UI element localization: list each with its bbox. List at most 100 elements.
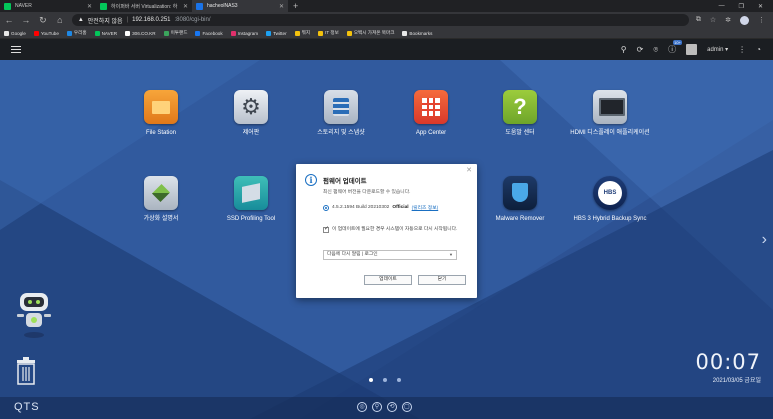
url-path: :8080/cgi-bin/ xyxy=(174,17,211,23)
minimize-icon[interactable]: — xyxy=(719,3,725,10)
bookmark-item[interactable]: Twitter xyxy=(266,30,287,36)
browser-tab-naver[interactable]: NAVER ✕ xyxy=(0,0,96,12)
app-storage-snapshots[interactable]: 스토리지 및 스냅샷 xyxy=(305,90,377,137)
naver-favicon-icon xyxy=(4,2,11,10)
bookmark-item[interactable]: Bookmarks xyxy=(402,30,432,36)
bookmark-item[interactable]: 306.CO.KR xyxy=(125,30,156,36)
release-notes-link[interactable]: (릴리즈 정보) xyxy=(412,204,439,211)
new-tab-button[interactable]: + xyxy=(288,1,303,11)
bookmark-icon xyxy=(163,30,169,36)
bookmark-item[interactable]: NAVER xyxy=(94,30,117,36)
qts-logo: QTS xyxy=(14,401,40,413)
version-tag: Official xyxy=(392,205,409,210)
browser-tab-hyperv[interactable]: 하이퍼바 서버 Virtualization: 하 ✕ xyxy=(96,0,192,12)
back-icon[interactable]: ← xyxy=(4,15,14,25)
bookmark-folder[interactable]: IT 정보 xyxy=(318,30,339,36)
search-tool-icon[interactable]: ⚲ xyxy=(372,402,382,412)
update-button[interactable]: 업데이트 xyxy=(364,275,412,285)
notifications-icon[interactable]: ⓘ 10+ xyxy=(668,40,682,55)
next-page-icon[interactable]: › xyxy=(762,231,767,249)
bookmark-folder[interactable]: 뭐지 xyxy=(294,30,310,36)
restore-icon[interactable]: ❐ xyxy=(739,3,744,10)
close-icon[interactable]: ✕ xyxy=(466,166,472,174)
bookmark-label: Facebook xyxy=(202,30,223,36)
url-host: 192.168.0.251 xyxy=(132,17,171,23)
qmanual-robot-icon[interactable] xyxy=(14,291,54,339)
version-number: 4.5.2.1594 Build 20210302 xyxy=(332,205,390,210)
app-label: Malware Remover xyxy=(495,216,545,222)
clock-time: 00:07 xyxy=(695,350,761,374)
external-devices-icon[interactable]: ⌾ xyxy=(653,45,658,55)
bookmark-label: 우리홈 xyxy=(73,30,87,35)
app-label: 스토리지 및 스냅샷 xyxy=(317,130,365,136)
version-radio[interactable] xyxy=(323,204,329,211)
bookmark-item[interactable]: Google xyxy=(4,30,26,36)
recycle-bin-icon[interactable] xyxy=(15,357,37,385)
folder-icon xyxy=(294,30,300,36)
select-value: 다음에 다시 알림 | 로그인 xyxy=(327,252,378,257)
bookmark-item[interactable]: Facebook xyxy=(195,30,223,36)
app-app-center[interactable]: App Center xyxy=(395,90,467,137)
close-tab-icon[interactable]: ✕ xyxy=(279,3,284,10)
bookmark-item[interactable]: 우리홈 xyxy=(66,30,87,36)
app-center-icon xyxy=(414,90,448,124)
star-icon[interactable]: ☆ xyxy=(710,16,716,25)
auto-restart-option[interactable]: 이 업데이트에 필요한 경우 시스템이 자동으로 다시 시작됩니다. xyxy=(323,226,463,233)
menu-icon[interactable]: ⋮ xyxy=(758,16,765,25)
url-field[interactable]: ▲ 안전하지 않음 | 192.168.0.251:8080/cgi-bin/ xyxy=(71,14,689,26)
app-malware-remover[interactable]: Malware Remover xyxy=(484,176,556,223)
malware-remover-icon xyxy=(503,176,537,210)
virtualization-guide-icon xyxy=(144,176,178,210)
extensions-icon[interactable]: ✲ xyxy=(725,16,731,25)
main-menu-icon[interactable] xyxy=(11,44,21,55)
bookmark-item[interactable]: 이투랜드 xyxy=(163,30,187,36)
qsync-icon[interactable]: ⟲ xyxy=(387,402,397,412)
user-menu[interactable]: admin ▾ xyxy=(707,46,728,53)
page-dot[interactable] xyxy=(397,378,401,382)
checkbox-label: 이 업데이트에 필요한 경우 시스템이 자동으로 다시 시작됩니다. xyxy=(332,227,458,232)
close-window-icon[interactable]: ✕ xyxy=(758,3,763,10)
app-file-station[interactable]: File Station xyxy=(125,90,197,137)
bookmark-label: YouTube xyxy=(40,30,59,36)
firmware-version-option[interactable]: 4.5.2.1594 Build 20210302 Official (릴리즈 … xyxy=(323,204,438,211)
app-control-panel[interactable]: 제어판 xyxy=(215,90,287,137)
remind-later-select[interactable]: 다음에 다시 알림 | 로그인 ▼ xyxy=(323,250,457,260)
security-warning: 안전하지 않음 xyxy=(87,18,123,25)
bookmark-folder[interactable]: 오백시 가져온 북마크 xyxy=(346,30,395,36)
browser-tab-nas[interactable]: hacheolNAS3 ✕ xyxy=(192,0,288,12)
avatar[interactable] xyxy=(686,44,698,55)
close-tab-icon[interactable]: ✕ xyxy=(87,3,92,10)
page-dot[interactable] xyxy=(369,378,373,382)
search-icon[interactable]: ⚲ xyxy=(621,45,627,54)
bookmark-item[interactable]: YouTube xyxy=(33,30,59,36)
qfinder-icon[interactable]: ◎ xyxy=(357,402,367,412)
tab-title: hacheolNAS3 xyxy=(207,3,238,9)
app-label: 가상화 설명서 xyxy=(143,216,179,222)
bookmark-label: 오백시 가져온 북마크 xyxy=(353,30,395,35)
profile-avatar[interactable] xyxy=(740,15,749,25)
app-hbs[interactable]: HBS 3 Hybrid Backup Sync xyxy=(570,176,650,223)
translate-icon[interactable]: ⧉ xyxy=(696,16,701,25)
qnap-favicon-icon xyxy=(196,2,203,10)
window-controls: — ❐ ✕ xyxy=(719,3,773,10)
home-icon[interactable]: ⌂ xyxy=(55,15,65,25)
app-label: HDMI 디스플레이 애플리케이션 xyxy=(570,130,650,136)
app-help-center[interactable]: 도움말 센터 xyxy=(484,90,556,137)
close-button[interactable]: 닫기 xyxy=(418,275,466,285)
bookmark-item[interactable]: Instagram xyxy=(230,30,258,36)
dashboard-icon[interactable]: ◔ xyxy=(756,45,761,54)
reload-icon[interactable]: ↻ xyxy=(38,15,48,26)
more-options-icon[interactable]: ⋮ xyxy=(738,45,746,54)
app-label: 제어판 xyxy=(242,130,260,136)
close-tab-icon[interactable]: ✕ xyxy=(183,3,188,10)
mobile-app-icon[interactable]: ▢ xyxy=(402,402,412,412)
background-tasks-icon[interactable]: ⟳ xyxy=(637,45,644,54)
app-virtualization-guide[interactable]: 가상화 설명서 xyxy=(125,176,197,223)
auto-restart-checkbox[interactable] xyxy=(323,226,329,233)
app-hdmi-display[interactable]: HDMI 디스플레이 애플리케이션 xyxy=(570,90,650,137)
qts-top-bar: ⚲ ⟳ ⌾ ⓘ 10+ admin ▾ ⋮ ◔ xyxy=(0,39,773,60)
app-ssd-profiling[interactable]: SSD Profiling Tool xyxy=(215,176,287,223)
page-dot[interactable] xyxy=(383,378,387,382)
forward-icon[interactable]: → xyxy=(21,15,31,25)
file-station-icon xyxy=(144,90,178,124)
